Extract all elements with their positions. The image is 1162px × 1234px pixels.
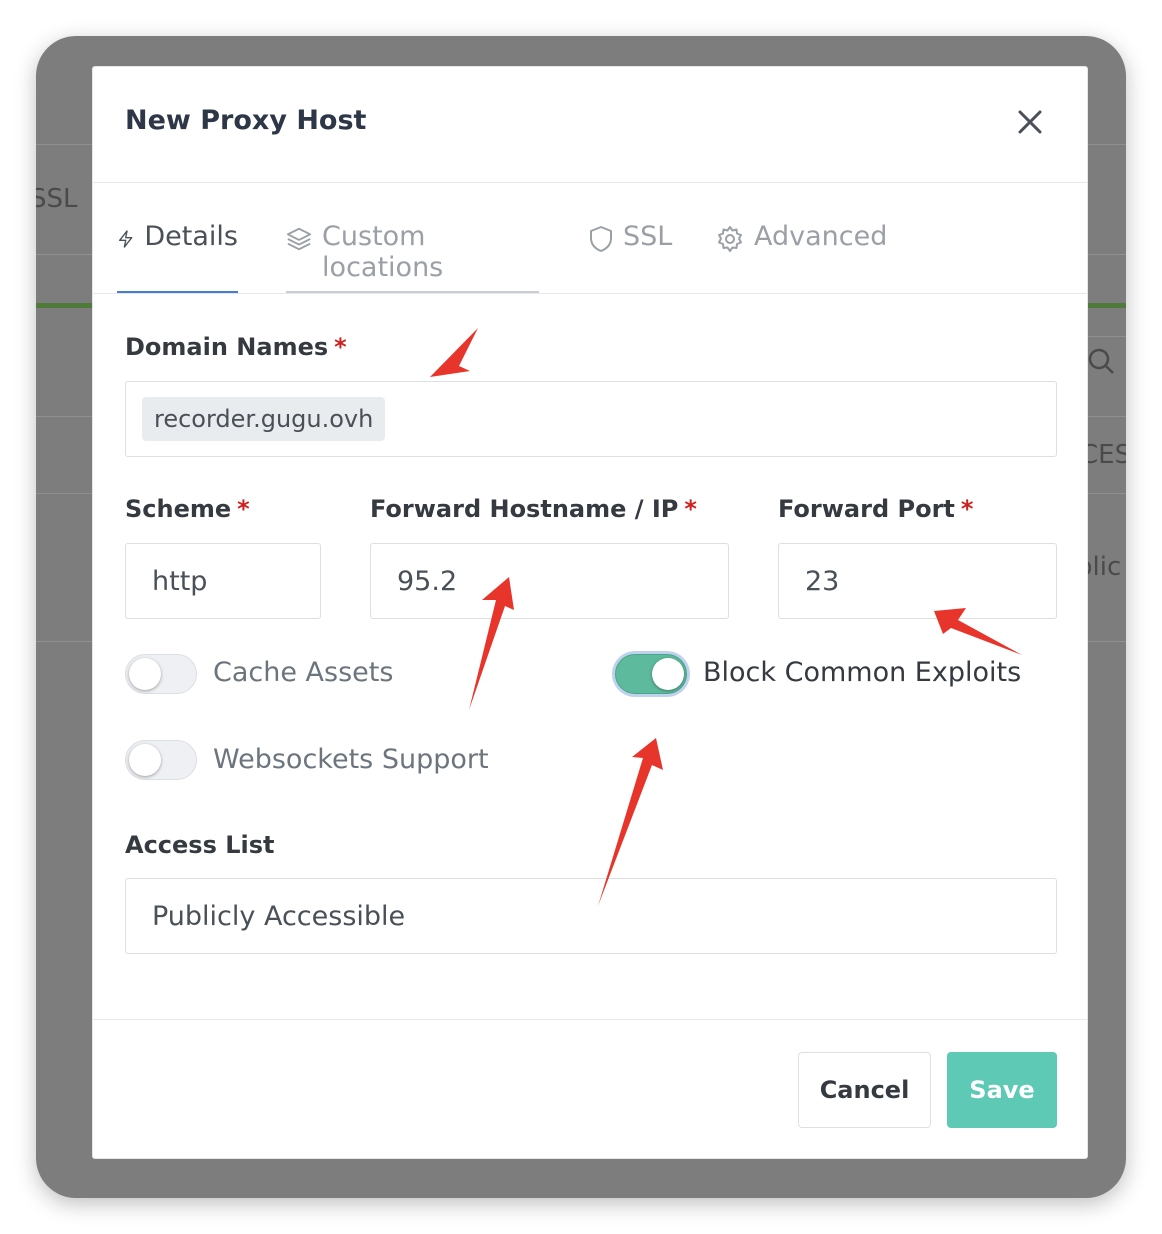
tab-ssl-label: SSL — [623, 221, 673, 252]
modal-tabs: Details Custom locations SSL Advanced — [93, 183, 1087, 294]
close-icon[interactable] — [1015, 107, 1045, 137]
domain-names-label-text: Domain Names — [125, 333, 329, 361]
background-divider — [1086, 416, 1126, 417]
tab-custom-locations[interactable]: Custom locations — [286, 221, 539, 293]
access-list-select[interactable]: Publicly Accessible — [125, 878, 1057, 954]
background-divider — [1086, 336, 1126, 337]
modal-footer-divider — [93, 1019, 1087, 1020]
forward-port-value: 23 — [805, 565, 840, 597]
required-mark: * — [684, 495, 697, 523]
scheme-label-text: Scheme — [125, 495, 232, 523]
forward-hostname-input[interactable]: 95.2 — [370, 543, 729, 619]
block-common-exploits-toggle[interactable] — [615, 654, 687, 694]
cancel-button[interactable]: Cancel — [798, 1052, 931, 1128]
domain-names-input[interactable]: recorder.gugu.ovh — [125, 381, 1057, 457]
background-divider — [1086, 254, 1126, 255]
toggle-knob — [652, 658, 684, 690]
required-mark: * — [334, 333, 347, 361]
tab-advanced-label: Advanced — [754, 221, 888, 252]
background-divider — [36, 144, 96, 145]
domain-names-label: Domain Names * — [125, 333, 347, 361]
layers-icon — [286, 227, 312, 251]
domain-chip[interactable]: recorder.gugu.ovh — [142, 397, 386, 441]
cache-assets-label: Cache Assets — [213, 657, 394, 688]
background-accent-bar — [36, 303, 96, 308]
bolt-icon — [119, 230, 133, 248]
forward-hostname-value: 95.2 — [397, 565, 458, 597]
required-mark: * — [960, 495, 974, 523]
tab-details-label: Details — [144, 221, 238, 252]
modal-header: New Proxy Host — [93, 67, 1087, 183]
background-divider — [36, 493, 96, 494]
background-divider — [1086, 144, 1126, 145]
toggle-knob — [129, 658, 161, 690]
required-mark: * — [237, 495, 250, 523]
forward-hostname-label: Forward Hostname / IP * — [370, 495, 697, 523]
scheme-value: http — [152, 565, 208, 597]
background-accent-bar — [1086, 303, 1126, 308]
tab-details[interactable]: Details — [117, 221, 238, 293]
forward-port-label-text: Forward Port — [778, 495, 955, 523]
shield-icon — [590, 226, 612, 252]
tab-ssl[interactable]: SSL — [589, 221, 672, 293]
gear-icon — [718, 226, 742, 252]
websockets-support-label: Websockets Support — [213, 744, 489, 775]
background-divider — [1086, 493, 1126, 494]
tab-advanced[interactable]: Advanced — [716, 221, 887, 293]
access-list-label: Access List — [125, 831, 275, 859]
modal-title: New Proxy Host — [125, 105, 367, 136]
new-proxy-host-modal: New Proxy Host Details Custom locations — [92, 66, 1088, 1159]
block-common-exploits-label: Block Common Exploits — [703, 657, 1022, 688]
tab-custom-locations-label: Custom locations — [322, 221, 444, 283]
save-button[interactable]: Save — [947, 1052, 1057, 1128]
background-ssl-text: SSL — [36, 184, 78, 214]
websockets-support-toggle[interactable] — [125, 740, 197, 780]
access-list-value: Publicly Accessible — [152, 900, 406, 932]
background-divider — [36, 641, 96, 642]
background-search-icon — [1088, 348, 1114, 374]
scheme-label: Scheme * — [125, 495, 250, 523]
forward-port-input[interactable]: 23 — [778, 543, 1057, 619]
cache-assets-toggle[interactable] — [125, 654, 197, 694]
background-divider — [36, 416, 96, 417]
scheme-input[interactable]: http — [125, 543, 321, 619]
forward-port-label: Forward Port * — [778, 495, 973, 523]
background-divider — [36, 254, 96, 255]
forward-hostname-label-text: Forward Hostname / IP — [370, 495, 679, 523]
toggle-knob — [129, 744, 161, 776]
background-divider — [1086, 641, 1126, 642]
